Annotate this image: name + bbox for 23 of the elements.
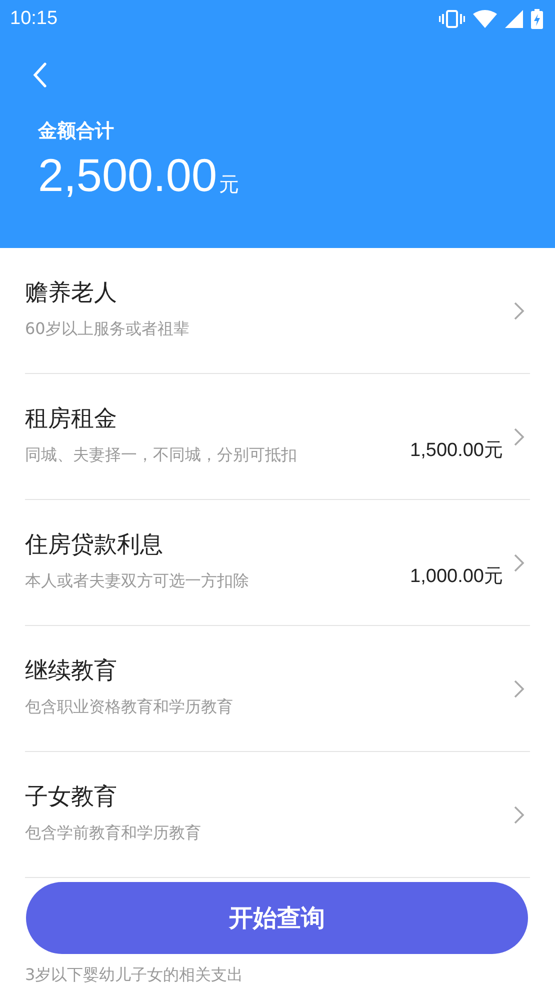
item-title: 子女教育 bbox=[25, 783, 118, 811]
currency-unit: 元 bbox=[219, 171, 240, 198]
item-description: 包含学前教育和学历教育 bbox=[25, 823, 202, 844]
item-description: 同城、夫妻择一，不同城，分别可抵扣 bbox=[25, 445, 298, 466]
vibrate-icon bbox=[439, 10, 465, 28]
item-description: 本人或者夫妻双方可选一方扣除 bbox=[25, 571, 250, 592]
item-title: 继续教育 bbox=[25, 657, 118, 685]
item-amount: 1,000.00元 bbox=[410, 564, 503, 588]
item-amount: 1,500.00元 bbox=[410, 438, 503, 462]
total-label: 金额合计 bbox=[38, 119, 115, 144]
item-description: 包含职业资格教育和学历教育 bbox=[25, 697, 234, 718]
status-time: 10:15 bbox=[10, 8, 58, 30]
item-description: 60岁以上服务或者祖辈 bbox=[25, 319, 190, 340]
item-title: 赡养老人 bbox=[25, 279, 118, 307]
signal-icon bbox=[505, 10, 523, 28]
item-description: 3岁以下婴幼儿子女的相关支出 bbox=[25, 964, 244, 986]
item-title: 租房租金 bbox=[25, 405, 118, 433]
total-amount: 2,500.00 bbox=[38, 150, 218, 201]
item-title: 住房贷款利息 bbox=[25, 531, 164, 559]
wifi-icon bbox=[473, 10, 497, 28]
back-icon[interactable] bbox=[32, 62, 48, 88]
battery-icon bbox=[531, 9, 543, 29]
query-button[interactable]: 开始查询 bbox=[26, 882, 528, 954]
